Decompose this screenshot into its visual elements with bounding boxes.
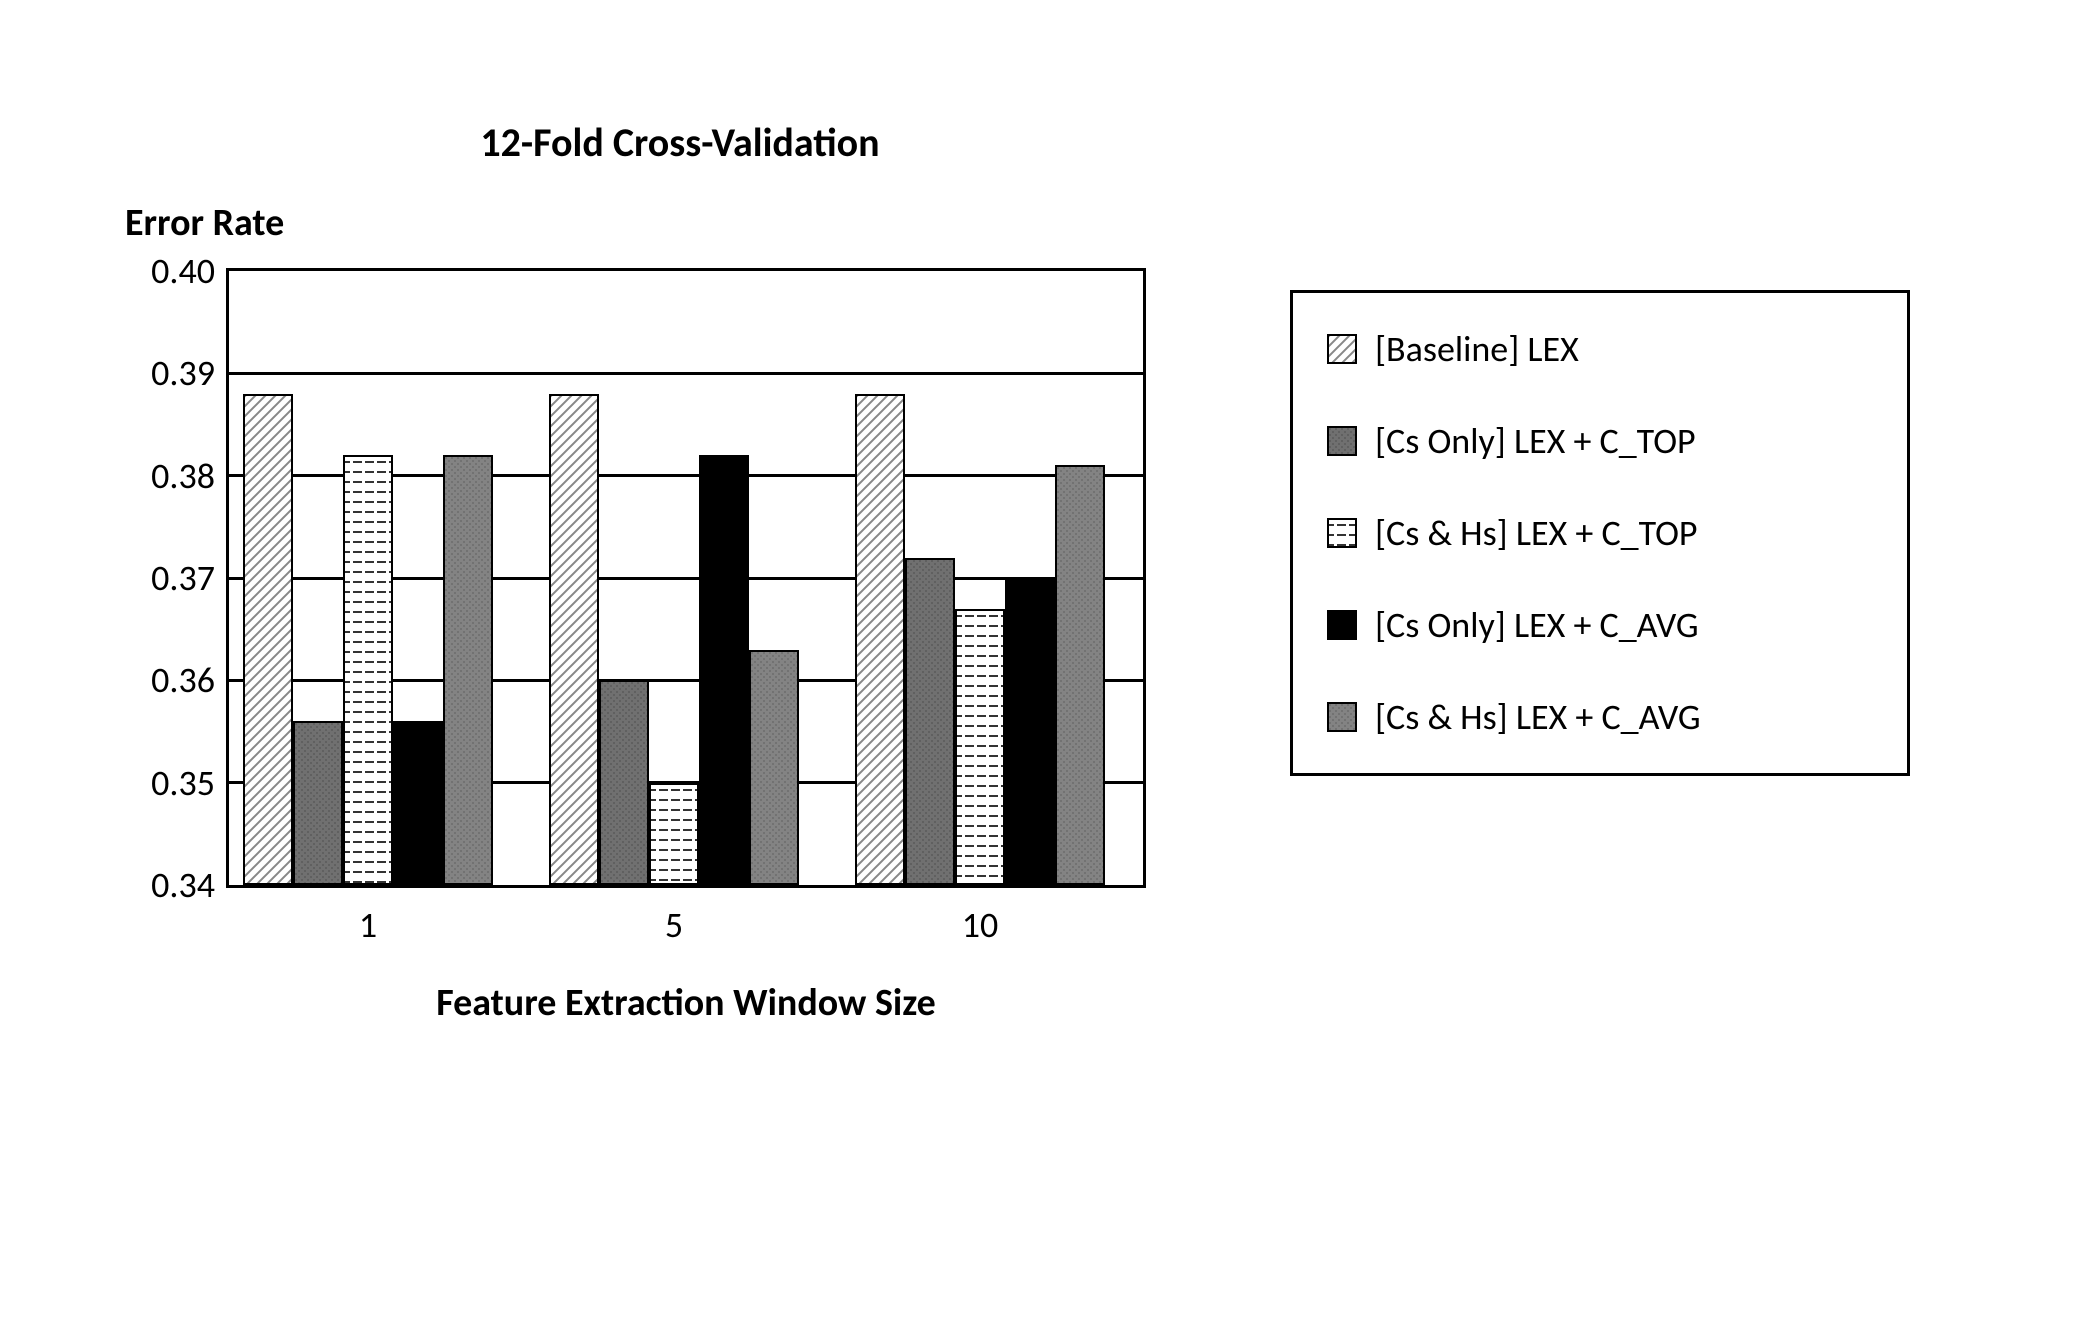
legend-label: [Cs & Hs] LEX + C_TOP	[1375, 511, 1698, 555]
bar	[1055, 465, 1105, 885]
y-tick-label: 0.37	[151, 556, 215, 600]
bar	[699, 455, 749, 885]
chart-title: 12-Fold Cross-Validation	[0, 118, 1360, 167]
y-tick-label: 0.38	[151, 454, 215, 498]
y-tick-label: 0.35	[151, 761, 215, 805]
bar	[955, 609, 1005, 885]
legend-item: [Cs & Hs] LEX + C_TOP	[1327, 511, 1873, 555]
bar	[905, 558, 955, 885]
legend-swatch	[1327, 702, 1357, 732]
x-axis-title: Feature Extraction Window Size	[226, 980, 1146, 1026]
bar	[443, 455, 493, 885]
legend-item: [Cs Only] LEX + C_TOP	[1327, 419, 1873, 463]
bar	[749, 650, 799, 885]
legend: [Baseline] LEX [Cs Only] LEX + C_TOP [Cs &…	[1290, 290, 1910, 776]
legend-label: [Baseline] LEX	[1375, 327, 1579, 371]
y-tick-label: 0.40	[151, 249, 215, 293]
plot-area: 0.340.350.360.370.380.390.401510	[226, 268, 1146, 888]
y-tick-label: 0.34	[151, 863, 215, 907]
y-axis-title: Error Rate	[125, 200, 284, 246]
chart-container: { "chart_data": { "type": "bar", "title"…	[0, 0, 2099, 1332]
bar	[599, 680, 649, 885]
legend-swatch	[1327, 334, 1357, 364]
legend-label: [Cs Only] LEX + C_AVG	[1375, 603, 1699, 647]
bar	[293, 721, 343, 885]
y-tick-label: 0.39	[151, 351, 215, 395]
legend-swatch	[1327, 610, 1357, 640]
legend-swatch	[1327, 518, 1357, 548]
x-tick-label: 1	[359, 903, 377, 947]
legend-label: [Cs & Hs] LEX + C_AVG	[1375, 695, 1701, 739]
bar	[1005, 578, 1055, 885]
x-tick-label: 10	[962, 903, 999, 947]
bar	[343, 455, 393, 885]
legend-swatch	[1327, 426, 1357, 456]
legend-item: [Baseline] LEX	[1327, 327, 1873, 371]
y-tick-label: 0.36	[151, 658, 215, 702]
legend-label: [Cs Only] LEX + C_TOP	[1375, 419, 1696, 463]
bar	[649, 783, 699, 885]
legend-item: [Cs Only] LEX + C_AVG	[1327, 603, 1873, 647]
bar	[549, 394, 599, 885]
bar	[855, 394, 905, 885]
bar	[393, 721, 443, 885]
legend-item: [Cs & Hs] LEX + C_AVG	[1327, 695, 1873, 739]
grid-line	[229, 372, 1143, 375]
bar	[243, 394, 293, 885]
x-tick-label: 5	[665, 903, 683, 947]
